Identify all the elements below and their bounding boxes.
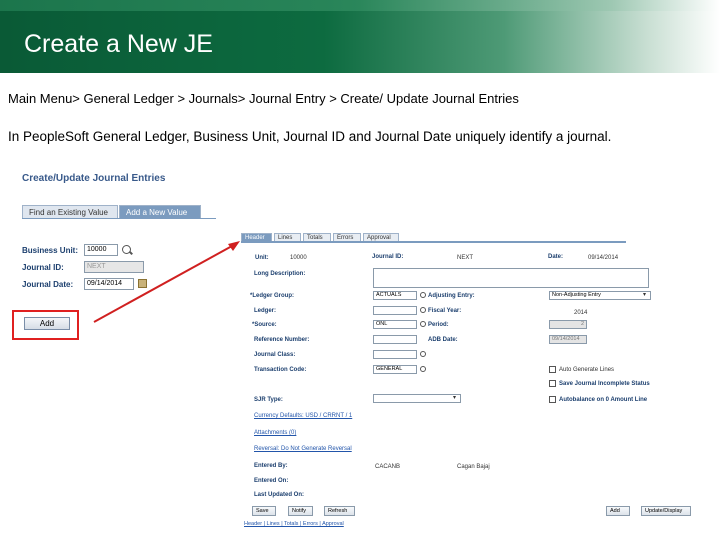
source-lookup-icon[interactable]	[420, 321, 426, 327]
journal-date-input[interactable]: 09/14/2014	[84, 278, 134, 290]
auto-generate-lines-checkbox[interactable]	[549, 366, 556, 373]
journal-date-label: Journal Date:	[22, 280, 74, 289]
tab-underline	[22, 218, 216, 219]
period-label: Period:	[428, 322, 449, 328]
journal-id-header-label: Journal ID:	[372, 254, 404, 260]
adb-date-input[interactable]: 09/14/2014	[549, 335, 587, 344]
last-updated-label: Last Updated On:	[254, 492, 305, 498]
adjusting-entry-label: Adjusting Entry:	[428, 293, 475, 299]
intro-text: In PeopleSoft General Ledger, Business U…	[8, 129, 612, 144]
transaction-code-lookup-icon[interactable]	[420, 366, 426, 372]
ledger-group-label: *Ledger Group:	[250, 293, 295, 299]
reference-number-label: Reference Number:	[254, 337, 310, 343]
currency-defaults-link[interactable]: Currency Defaults: USD / CRRNT / 1	[254, 413, 352, 419]
journal-id-label: Journal ID:	[22, 263, 64, 272]
journal-class-input[interactable]	[373, 350, 417, 359]
journal-class-label: Journal Class:	[254, 352, 296, 358]
autobalance-label: Autobalance on 0 Amount Line	[559, 397, 648, 403]
slide-title: Create a New JE	[24, 30, 213, 58]
bottom-tab-links[interactable]: Header | Lines | Totals | Errors | Appro…	[244, 521, 344, 527]
entered-by-value: CACANB	[375, 464, 401, 470]
ledger-label: Ledger:	[254, 308, 277, 314]
source-input[interactable]: ONL	[373, 320, 417, 329]
chevron-down-icon[interactable]: ▾	[643, 291, 646, 298]
breadcrumb: Main Menu> General Ledger > Journals> Jo…	[8, 91, 519, 106]
transaction-code-input[interactable]: GENERAL	[373, 365, 417, 374]
save-incomplete-label: Save Journal Incomplete Status	[559, 381, 650, 387]
date-label: Date:	[548, 254, 564, 260]
auto-generate-lines-label: Auto Generate Lines	[559, 367, 615, 373]
unit-label: Unit:	[255, 255, 269, 261]
update-display-button[interactable]: Update/Display	[641, 506, 691, 516]
journal-id-header-value: NEXT	[457, 255, 474, 261]
adb-date-label: ADB Date:	[428, 337, 458, 343]
business-unit-lookup-icon[interactable]	[122, 245, 131, 254]
reversal-link[interactable]: Reversal: Do Not Generate Reversal	[254, 446, 352, 452]
period-input[interactable]: 2	[549, 320, 587, 329]
journal-id-input[interactable]: NEXT	[84, 261, 144, 273]
fiscal-year-label: Fiscal Year:	[428, 308, 462, 314]
page-title: Create/Update Journal Entries	[22, 173, 166, 184]
banner-accent-stripe	[0, 0, 720, 11]
ledger-input[interactable]	[373, 306, 417, 315]
fiscal-year-value: 2014	[574, 310, 588, 316]
add-button[interactable]: Add	[24, 317, 70, 330]
entered-on-label: Entered On:	[254, 478, 289, 484]
reference-number-input[interactable]	[373, 335, 417, 344]
ledger-group-input[interactable]: ACTUALS	[373, 291, 417, 300]
sjr-type-label: SJR Type:	[254, 397, 283, 403]
ledger-lookup-icon[interactable]	[420, 307, 426, 313]
long-description-textarea[interactable]	[373, 268, 649, 288]
refresh-button[interactable]: Refresh	[324, 506, 355, 516]
chevron-down-icon[interactable]: ▾	[453, 394, 456, 401]
calendar-icon[interactable]	[138, 279, 147, 288]
attachments-link[interactable]: Attachments (0)	[254, 430, 296, 436]
date-value: 09/14/2014	[588, 255, 619, 261]
adjusting-entry-select[interactable]: Non-Adjusting Entry	[549, 291, 651, 300]
tab-find-existing-value[interactable]: Find an Existing Value	[22, 205, 118, 219]
autobalance-checkbox[interactable]	[549, 396, 556, 403]
business-unit-label: Business Unit:	[22, 246, 79, 255]
add-mode-button[interactable]: Add	[606, 506, 630, 516]
tab-add-new-value[interactable]: Add a New Value	[119, 205, 201, 219]
journal-tab-underline	[241, 241, 626, 243]
ledger-group-lookup-icon[interactable]	[420, 292, 426, 298]
business-unit-input[interactable]: 10000	[84, 244, 118, 256]
save-incomplete-checkbox[interactable]	[549, 380, 556, 387]
transaction-code-label: Transaction Code:	[254, 367, 307, 373]
long-description-label: Long Description:	[254, 271, 306, 277]
unit-value: 10000	[290, 255, 307, 261]
save-button[interactable]: Save	[252, 506, 276, 516]
journal-class-lookup-icon[interactable]	[420, 351, 426, 357]
entered-by-label: Entered By:	[254, 463, 288, 469]
source-label: *Source:	[252, 322, 277, 328]
entered-by-name: Cagan Bajaj	[457, 464, 490, 470]
sjr-type-select[interactable]	[373, 394, 461, 403]
notify-button[interactable]: Notify	[288, 506, 313, 516]
